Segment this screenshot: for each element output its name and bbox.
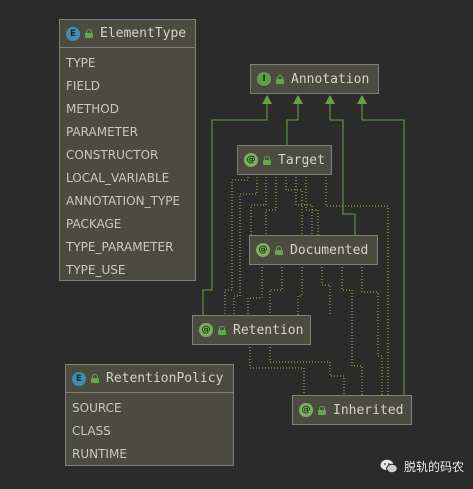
arrowhead-3 bbox=[325, 95, 335, 104]
annotation-type-icon: @ bbox=[299, 403, 313, 417]
retention-policy-title: RetentionPolicy bbox=[106, 371, 224, 386]
watermark-text: 脱轨的码农 bbox=[404, 460, 465, 474]
retention-title: Retention bbox=[233, 322, 304, 338]
annotation-type-icon: @ bbox=[256, 243, 270, 257]
documented-title: Documented bbox=[290, 242, 369, 258]
watermark: 脱轨的码农 bbox=[380, 458, 464, 475]
enum-constant: CLASS bbox=[72, 424, 111, 438]
dotted-link-9 bbox=[247, 264, 263, 316]
enum-constant: TYPE_PARAMETER bbox=[66, 240, 174, 254]
edge-retention-annotation bbox=[202, 104, 268, 316]
retention-header: @ Retention bbox=[193, 316, 310, 344]
enum-constant: TYPE_USE bbox=[66, 263, 126, 277]
annotation-type-icon: @ bbox=[199, 323, 213, 337]
element-type-title: ElementType bbox=[100, 26, 187, 41]
enum-constant: PACKAGE bbox=[66, 217, 122, 231]
lock-icon bbox=[276, 74, 284, 84]
dotted-link-11 bbox=[297, 264, 303, 316]
annotation-node[interactable]: I Annotation bbox=[250, 64, 379, 94]
dotted-link-8 bbox=[325, 174, 389, 396]
annotation-title: Annotation bbox=[291, 71, 370, 87]
retention-policy-items: SOURCE CLASS RUNTIME bbox=[66, 393, 233, 468]
dotted-link-15 bbox=[249, 344, 305, 396]
enum-constant: TYPE bbox=[66, 56, 96, 70]
documented-header: @ Documented bbox=[250, 236, 377, 264]
enum-constant: ANNOTATION_TYPE bbox=[66, 194, 181, 208]
dotted-link-3 bbox=[250, 174, 267, 236]
arrowhead-2 bbox=[293, 95, 303, 104]
interface-icon: I bbox=[257, 72, 271, 86]
element-type-node[interactable]: E ElementType TYPE FIELD METHOD PARAMETE… bbox=[59, 19, 196, 281]
lock-icon bbox=[91, 374, 99, 383]
enum-constant: LOCAL_VARIABLE bbox=[66, 171, 170, 185]
dotted-link-4 bbox=[265, 174, 277, 236]
inherited-header: @ Inherited bbox=[293, 396, 411, 424]
lock-icon bbox=[263, 155, 271, 165]
inherited-node[interactable]: @ Inherited bbox=[292, 395, 412, 425]
arrowhead-4 bbox=[357, 95, 367, 104]
edge-target-annotation bbox=[286, 104, 299, 146]
annotation-header: I Annotation bbox=[251, 65, 378, 93]
retention-node[interactable]: @ Retention bbox=[192, 315, 311, 345]
dotted-link-1 bbox=[224, 174, 249, 316]
dotted-link-5 bbox=[285, 174, 303, 236]
enum-constant: SOURCE bbox=[72, 401, 122, 415]
dotted-link-16 bbox=[269, 344, 345, 396]
inherited-title: Inherited bbox=[333, 402, 404, 418]
dotted-link-10 bbox=[269, 264, 283, 316]
wechat-icon bbox=[380, 459, 398, 474]
target-title: Target bbox=[278, 152, 325, 168]
enum-constant: METHOD bbox=[66, 102, 119, 116]
enum-constant: FIELD bbox=[66, 79, 100, 93]
annotation-type-icon: @ bbox=[244, 153, 258, 167]
documented-node[interactable]: @ Documented bbox=[249, 235, 378, 265]
target-header: @ Target bbox=[238, 146, 331, 174]
enum-constant: CONSTRUCTOR bbox=[66, 148, 159, 162]
enum-constant: RUNTIME bbox=[72, 447, 127, 461]
dotted-link-6 bbox=[295, 174, 313, 236]
edge-documented-annotation bbox=[329, 104, 356, 236]
lock-icon bbox=[318, 405, 326, 415]
retention-policy-node[interactable]: E RetentionPolicy SOURCE CLASS RUNTIME bbox=[65, 364, 234, 466]
enum-constant: PARAMETER bbox=[66, 125, 138, 139]
retention-policy-header: E RetentionPolicy bbox=[66, 365, 233, 393]
dotted-link-14 bbox=[361, 264, 383, 396]
lock-icon bbox=[85, 29, 93, 38]
target-node[interactable]: @ Target bbox=[237, 145, 332, 175]
dotted-link-13 bbox=[341, 264, 363, 396]
lock-icon bbox=[218, 325, 226, 335]
element-type-items: TYPE FIELD METHOD PARAMETER CONSTRUCTOR … bbox=[60, 48, 195, 284]
arrowhead-1 bbox=[262, 95, 272, 104]
lock-icon bbox=[275, 245, 283, 255]
enum-icon: E bbox=[72, 371, 86, 386]
dotted-link-12 bbox=[321, 264, 331, 316]
element-type-header: E ElementType bbox=[60, 20, 195, 48]
enum-icon: E bbox=[66, 26, 80, 41]
